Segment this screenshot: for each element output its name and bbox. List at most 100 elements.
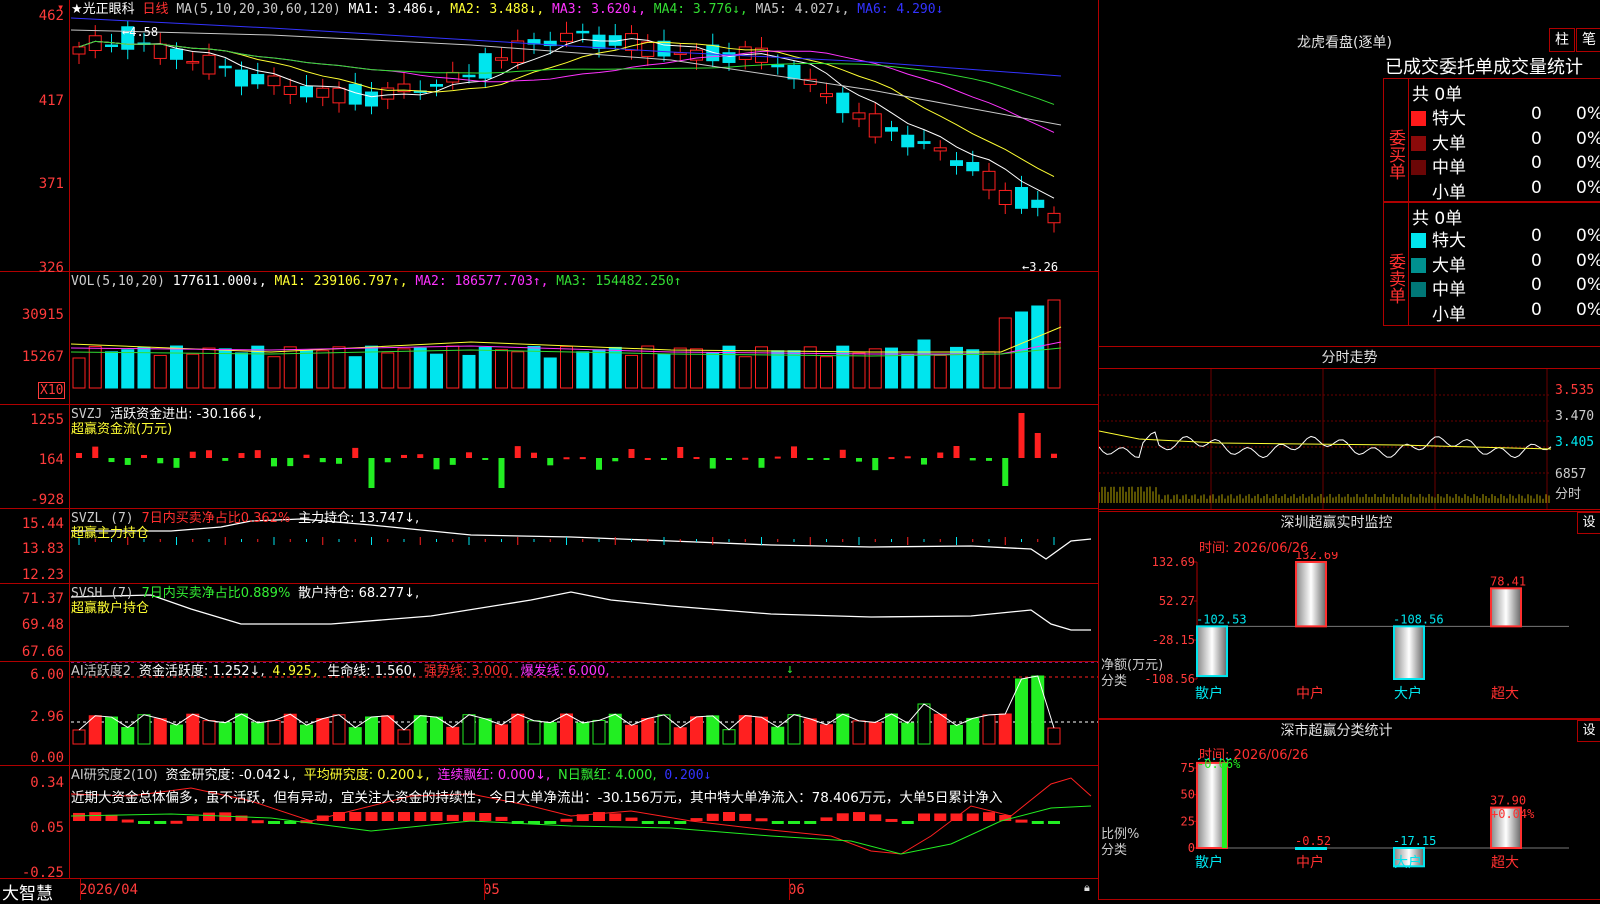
y-tick-label: 50 [1181,788,1195,802]
ai-activity-label: AI活跃度2 [71,664,131,679]
research-bar [771,821,784,824]
order-percent: 0% [1576,299,1600,320]
flow-bar [466,452,472,458]
candlestick-chart[interactable] [71,0,1098,271]
ai-activity-value: 资金活跃度: 1.252↓, [138,664,265,679]
svsh-pane[interactable]: 71.37 69.48 67.66 SVSH (7) 7日内买卖净占比0.889… [0,584,1098,662]
research-bar [836,813,849,821]
activity-bar [397,729,411,745]
flow-bar [1051,453,1057,458]
y-tick: 0.34 [30,775,64,791]
vol-header: VOL(5,10,20) 177611.000↓, MA1: 239106.79… [71,274,682,289]
candle-body [576,30,590,34]
intraday-vol-label: 分时 [1555,487,1582,502]
volume-chart[interactable] [71,272,1098,404]
vol-value: 177611.000↓, [172,274,267,289]
category-label: 中户 [1296,854,1324,871]
monitor-box[interactable]: 深圳超赢实时监控 设 时间: 2026/06/26 132.69 52.27 -28… [1098,511,1600,719]
y-tick: 30915 [21,307,64,323]
sell-row-2[interactable]: 中单 0 0% [1411,275,1600,300]
research-bar [983,812,995,821]
flow-bar [709,458,716,469]
ai-research-value: 资金研究度: -0.042↓, [165,768,296,783]
activity-bar [755,716,768,745]
color-swatch [1411,306,1426,322]
category-bar [1196,625,1228,678]
ai-strong-line: 强势线: 3.000, [423,664,513,679]
volume-bar [820,356,833,389]
period-label[interactable]: 日线 [143,2,169,17]
candle-body [641,41,655,57]
stock-name[interactable]: 光正眼科 [83,2,135,17]
activity-bar [722,729,736,745]
flow-bar [969,458,976,461]
volume-bar [657,353,671,389]
ai-research-pane[interactable]: 0.34 0.05 -0.25 AI研究度2(10) 资金研究度: -0.042… [0,766,1098,880]
candle-body [885,127,898,132]
svzj-value: 活跃资金进出: -30.166↓, [110,407,262,422]
pen-mode-button[interactable]: 笔 [1576,28,1600,52]
order-count: 0 [1531,177,1542,198]
activity-bar [267,720,281,745]
buy-row-2[interactable]: 中单 0 0% [1411,153,1600,178]
svzl-pane[interactable]: 15.44 13.83 12.23 SVZL (7) 7日内买卖净占比0.362… [0,509,1098,584]
volume-bar [836,345,850,389]
flow-bar [661,458,667,460]
ma5-value: MA5: 4.027↓, [755,2,850,17]
pct-top-label: +0.04% [1491,807,1535,821]
bar-mode-button[interactable]: 柱 [1549,28,1575,52]
star-icon: ★ [71,2,83,17]
activity-bar [820,724,833,745]
svzj-pane[interactable]: 1255 164 -928 SVZJ 活跃资金进出: -30.166↓, 超赢资… [0,405,1098,509]
sell-row-3[interactable]: 小单 0 0% [1411,299,1600,325]
monitor-bar-chart[interactable]: 132.69 52.27 -28.15 -108.56 -102.53 散户 132.69 中… [1099,552,1600,718]
intraday-chart[interactable] [1099,369,1600,509]
classify-settings-button[interactable]: 设 [1577,720,1600,742]
intraday-price-high: 3.535 [1555,383,1595,398]
y-tick: 71.37 [21,591,64,607]
candle-body [933,147,947,152]
volume-bar [950,346,963,389]
flow-bar [742,457,749,460]
category-bar [1490,587,1522,628]
monitor-settings-button[interactable]: 设 [1577,512,1600,534]
sell-row-0[interactable]: 特大 0 0% [1411,226,1600,251]
volume-bar [186,353,200,389]
volume-pane[interactable]: 30915 15267 X10 VOL(5,10,20) 177611.000↓… [0,272,1098,405]
ai-avg-research: 平均研究度: 0.200↓, [303,768,430,783]
buy-row-3[interactable]: 小单 0 0% [1411,177,1600,203]
value-label: 37.90 [1490,794,1526,808]
order-size-label: 大单 [1432,133,1466,154]
value-label: 132.69 [1295,552,1338,562]
y-tick-label: 52.27 [1159,594,1195,608]
ai-activity-pane[interactable]: 6.00 2.96 0.00 AI活跃度2 资金活跃度: 1.252↓, 4.9… [0,662,1098,766]
kline-pane[interactable]: 462 417 371 326 ★光正眼科 日线 MA(5,10,20,30,6… [0,0,1098,275]
buy-row-1[interactable]: 大单 0 0% [1411,129,1600,154]
classify-box[interactable]: 深市超赢分类统计 设 时间: 2026/06/26 755025079.78散户… [1098,719,1600,900]
buy-row-0[interactable]: 特大 0 0% [1411,104,1600,129]
x-divider [80,878,81,900]
x-axis-label: 分类 [1101,843,1127,858]
svsh-y-axis: 71.37 69.48 67.66 [0,584,70,661]
flow-bar [141,454,147,458]
intraday-box[interactable]: 分时走势 3.535 3.470 3.405 6857 分时 [1098,346,1600,510]
sell-row-1[interactable]: 大单 0 0% [1411,251,1600,276]
research-bar [1031,821,1044,824]
flow-bar [726,458,732,460]
menu-arrow-icon[interactable]: ▾ [57,0,64,14]
lock-icon[interactable]: 🔒︎ [1084,881,1090,895]
vol-ma2: MA2: 186577.703↑, [415,274,549,289]
y-tick: -928 [30,492,64,508]
flow-bar [189,451,196,458]
svzj-header: SVZJ 活跃资金进出: -30.166↓, 超赢资金流(万元) [71,407,262,437]
ai-research-label: AI研究度2(10) [71,768,158,783]
activity-bar [608,713,622,745]
candle-body [787,64,801,80]
flow-bar [693,457,700,460]
svzl-y-axis: 15.44 13.83 12.23 [0,509,70,583]
ma-line [78,40,1055,133]
flow-bar [791,446,797,458]
research-bar [154,821,167,824]
classify-bar-chart[interactable]: 755025079.78散户-0.52中户-17.15大户37.90超大比例%分… [1099,758,1600,899]
activity-bar [332,714,346,745]
